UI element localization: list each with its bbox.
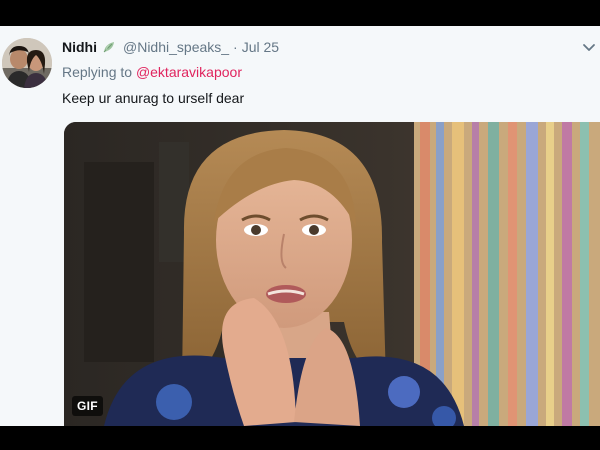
gif-badge: GIF: [72, 396, 103, 416]
user-handle[interactable]: @Nidhi_speaks_: [123, 39, 229, 55]
separator-dot: ·: [233, 39, 238, 55]
chevron-down-icon[interactable]: [582, 40, 596, 51]
bottom-letterbox: [0, 426, 600, 450]
gif-media[interactable]: GIF: [64, 122, 600, 426]
reply-context: Replying to @ektaravikapoor: [62, 64, 242, 80]
reply-prefix: Replying to: [62, 64, 133, 80]
gif-still-image: [64, 122, 600, 426]
avatar[interactable]: [2, 38, 52, 88]
leaf-icon: [101, 39, 117, 55]
tweet-date[interactable]: Jul 25: [242, 39, 279, 55]
tweet-text: Keep ur anurag to urself dear: [62, 90, 245, 106]
tweet-card[interactable]: Nidhi @Nidhi_speaks_ · Jul 25 Replying t…: [0, 26, 600, 426]
top-letterbox: [0, 0, 600, 26]
display-name[interactable]: Nidhi: [62, 39, 97, 55]
tweet-header: Nidhi @Nidhi_speaks_ · Jul 25: [62, 37, 279, 57]
reply-mention-link[interactable]: @ektaravikapoor: [136, 64, 242, 80]
